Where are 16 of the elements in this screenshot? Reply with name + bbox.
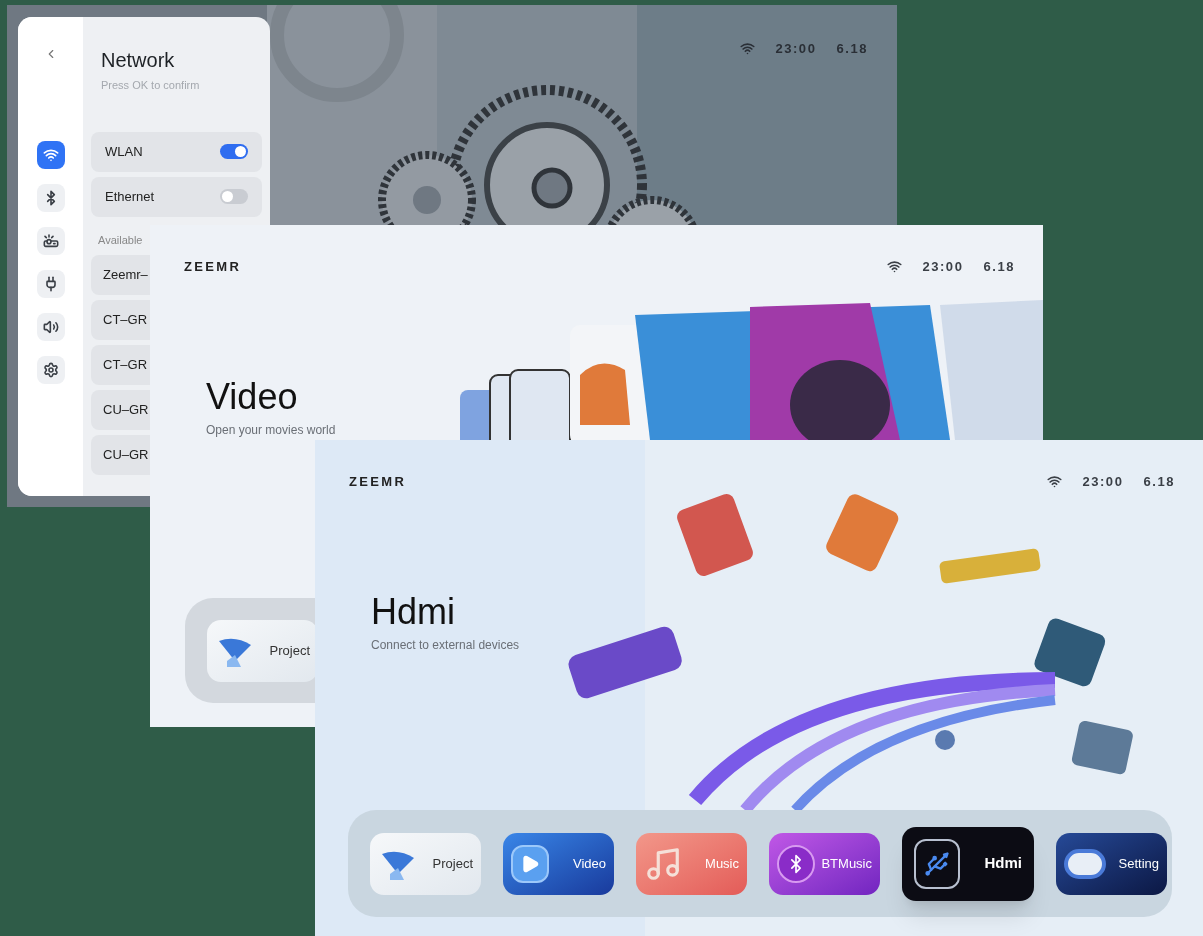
usb-icon xyxy=(914,838,960,889)
app-tile[interactable]: Video xyxy=(503,832,614,895)
clock-time: 23:00 xyxy=(922,258,964,276)
app-tile[interactable]: Hdmi xyxy=(902,826,1034,901)
app-tile[interactable]: Project xyxy=(207,619,318,682)
clock-time: 23:00 xyxy=(1082,473,1124,491)
app-tile[interactable]: Project xyxy=(370,832,481,895)
date-text: 6.18 xyxy=(983,258,1015,276)
wifi-icon xyxy=(1047,474,1063,490)
app-tile[interactable]: Setting xyxy=(1056,832,1167,895)
bluetooth-icon xyxy=(777,844,815,883)
play-icon xyxy=(511,844,549,883)
section-title: Hdmi xyxy=(371,591,456,632)
date-text: 6.18 xyxy=(1143,473,1175,491)
section-subtitle: Connect to external devices xyxy=(371,636,521,654)
app-tile[interactable]: BTMusic xyxy=(769,832,880,895)
